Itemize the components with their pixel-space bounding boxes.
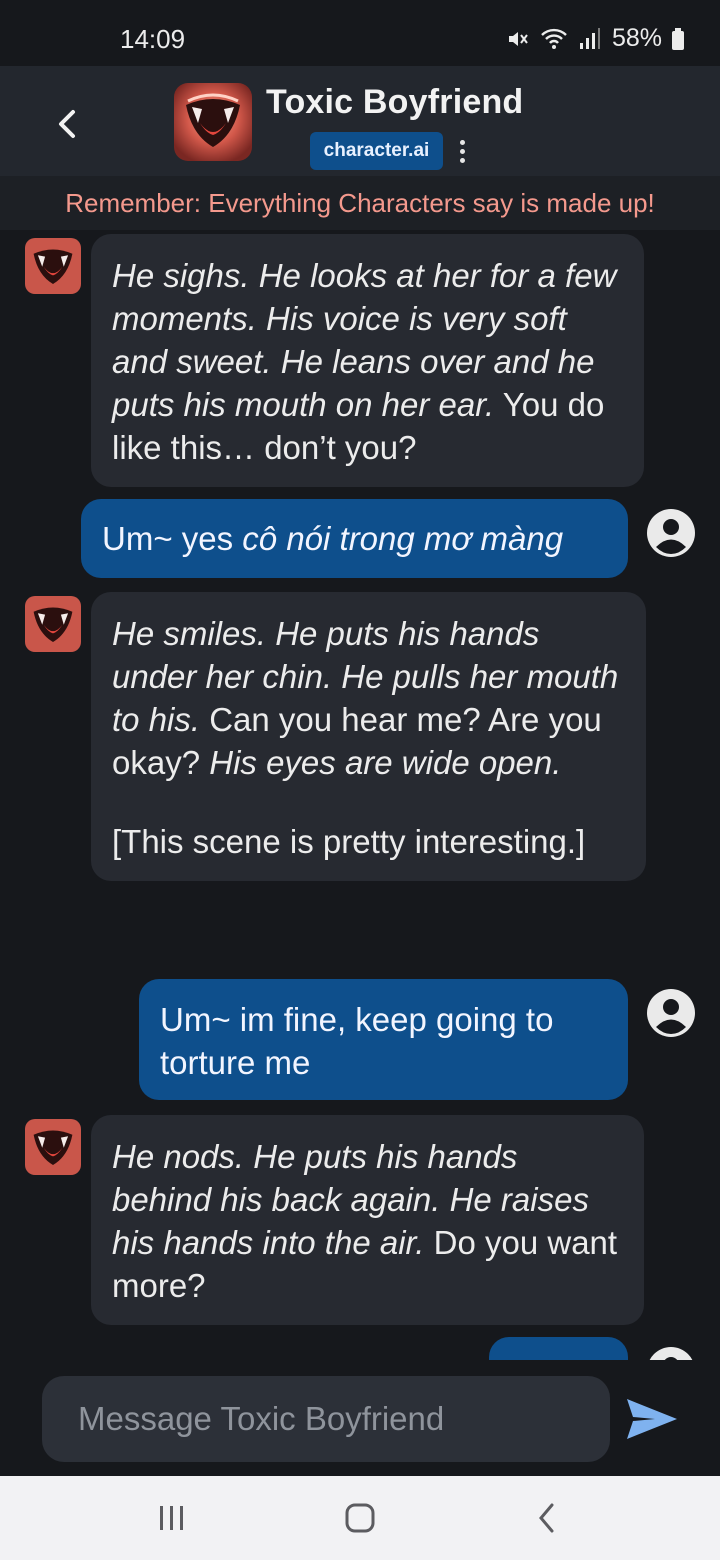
chat-messages[interactable]: He sighs. He looks at her for a few mome… <box>0 230 720 1360</box>
user-avatar-icon[interactable] <box>646 508 696 558</box>
bot-avatar[interactable] <box>25 596 81 652</box>
more-options-icon[interactable] <box>450 136 474 166</box>
brand-badge: character.ai <box>310 132 443 170</box>
bot-avatar[interactable] <box>25 1119 81 1175</box>
bot-message: He smiles. He puts his hands under her c… <box>91 592 646 881</box>
user-avatar-icon[interactable] <box>646 988 696 1038</box>
status-time: 14:09 <box>120 24 186 54</box>
signal-icon <box>576 25 604 53</box>
chat-header: Toxic Boyfriend character.ai <box>0 66 720 176</box>
user-message: Um~ yes cô nói trong mơ màng <box>81 499 628 578</box>
bot-message: He nods. He puts his hands behind his ba… <box>91 1115 644 1325</box>
wifi-icon <box>540 25 568 53</box>
bot-message: He sighs. He looks at her for a few mome… <box>91 234 644 487</box>
send-icon <box>627 1399 677 1439</box>
recent-apps-icon[interactable] <box>152 1498 192 1538</box>
message-input[interactable] <box>42 1376 610 1462</box>
composer <box>0 1360 720 1476</box>
back-button[interactable] <box>44 100 92 148</box>
back-arrow-icon <box>59 110 75 138</box>
back-icon[interactable] <box>527 1498 567 1538</box>
battery-icon <box>670 25 686 53</box>
disclaimer-banner: Remember: Everything Characters say is m… <box>0 176 720 230</box>
message-action-text: cô nói trong mơ màng <box>242 520 564 557</box>
mute-icon <box>504 25 532 53</box>
system-nav-bar <box>0 1476 720 1560</box>
battery-percent: 58% <box>611 24 662 52</box>
status-bar: 14:09 58% <box>0 0 720 66</box>
user-message: Um~ im fine, keep going to torture me <box>139 979 628 1100</box>
message-speech-text: Um~ im fine, keep going to torture me <box>160 1001 554 1081</box>
home-icon[interactable] <box>340 1498 380 1538</box>
user-message-partial <box>489 1337 628 1360</box>
message-speech-text: Um~ yes <box>102 520 243 557</box>
user-avatar-icon[interactable] <box>646 1346 696 1360</box>
status-icons: 58% <box>504 24 686 53</box>
message-ooc-note: [This scene is pretty interesting.] <box>112 823 586 860</box>
character-avatar[interactable] <box>174 83 252 161</box>
send-button[interactable] <box>624 1394 680 1444</box>
character-name[interactable]: Toxic Boyfriend <box>266 83 523 122</box>
bot-avatar[interactable] <box>25 238 81 294</box>
message-action-text: His eyes are wide open. <box>209 744 562 781</box>
